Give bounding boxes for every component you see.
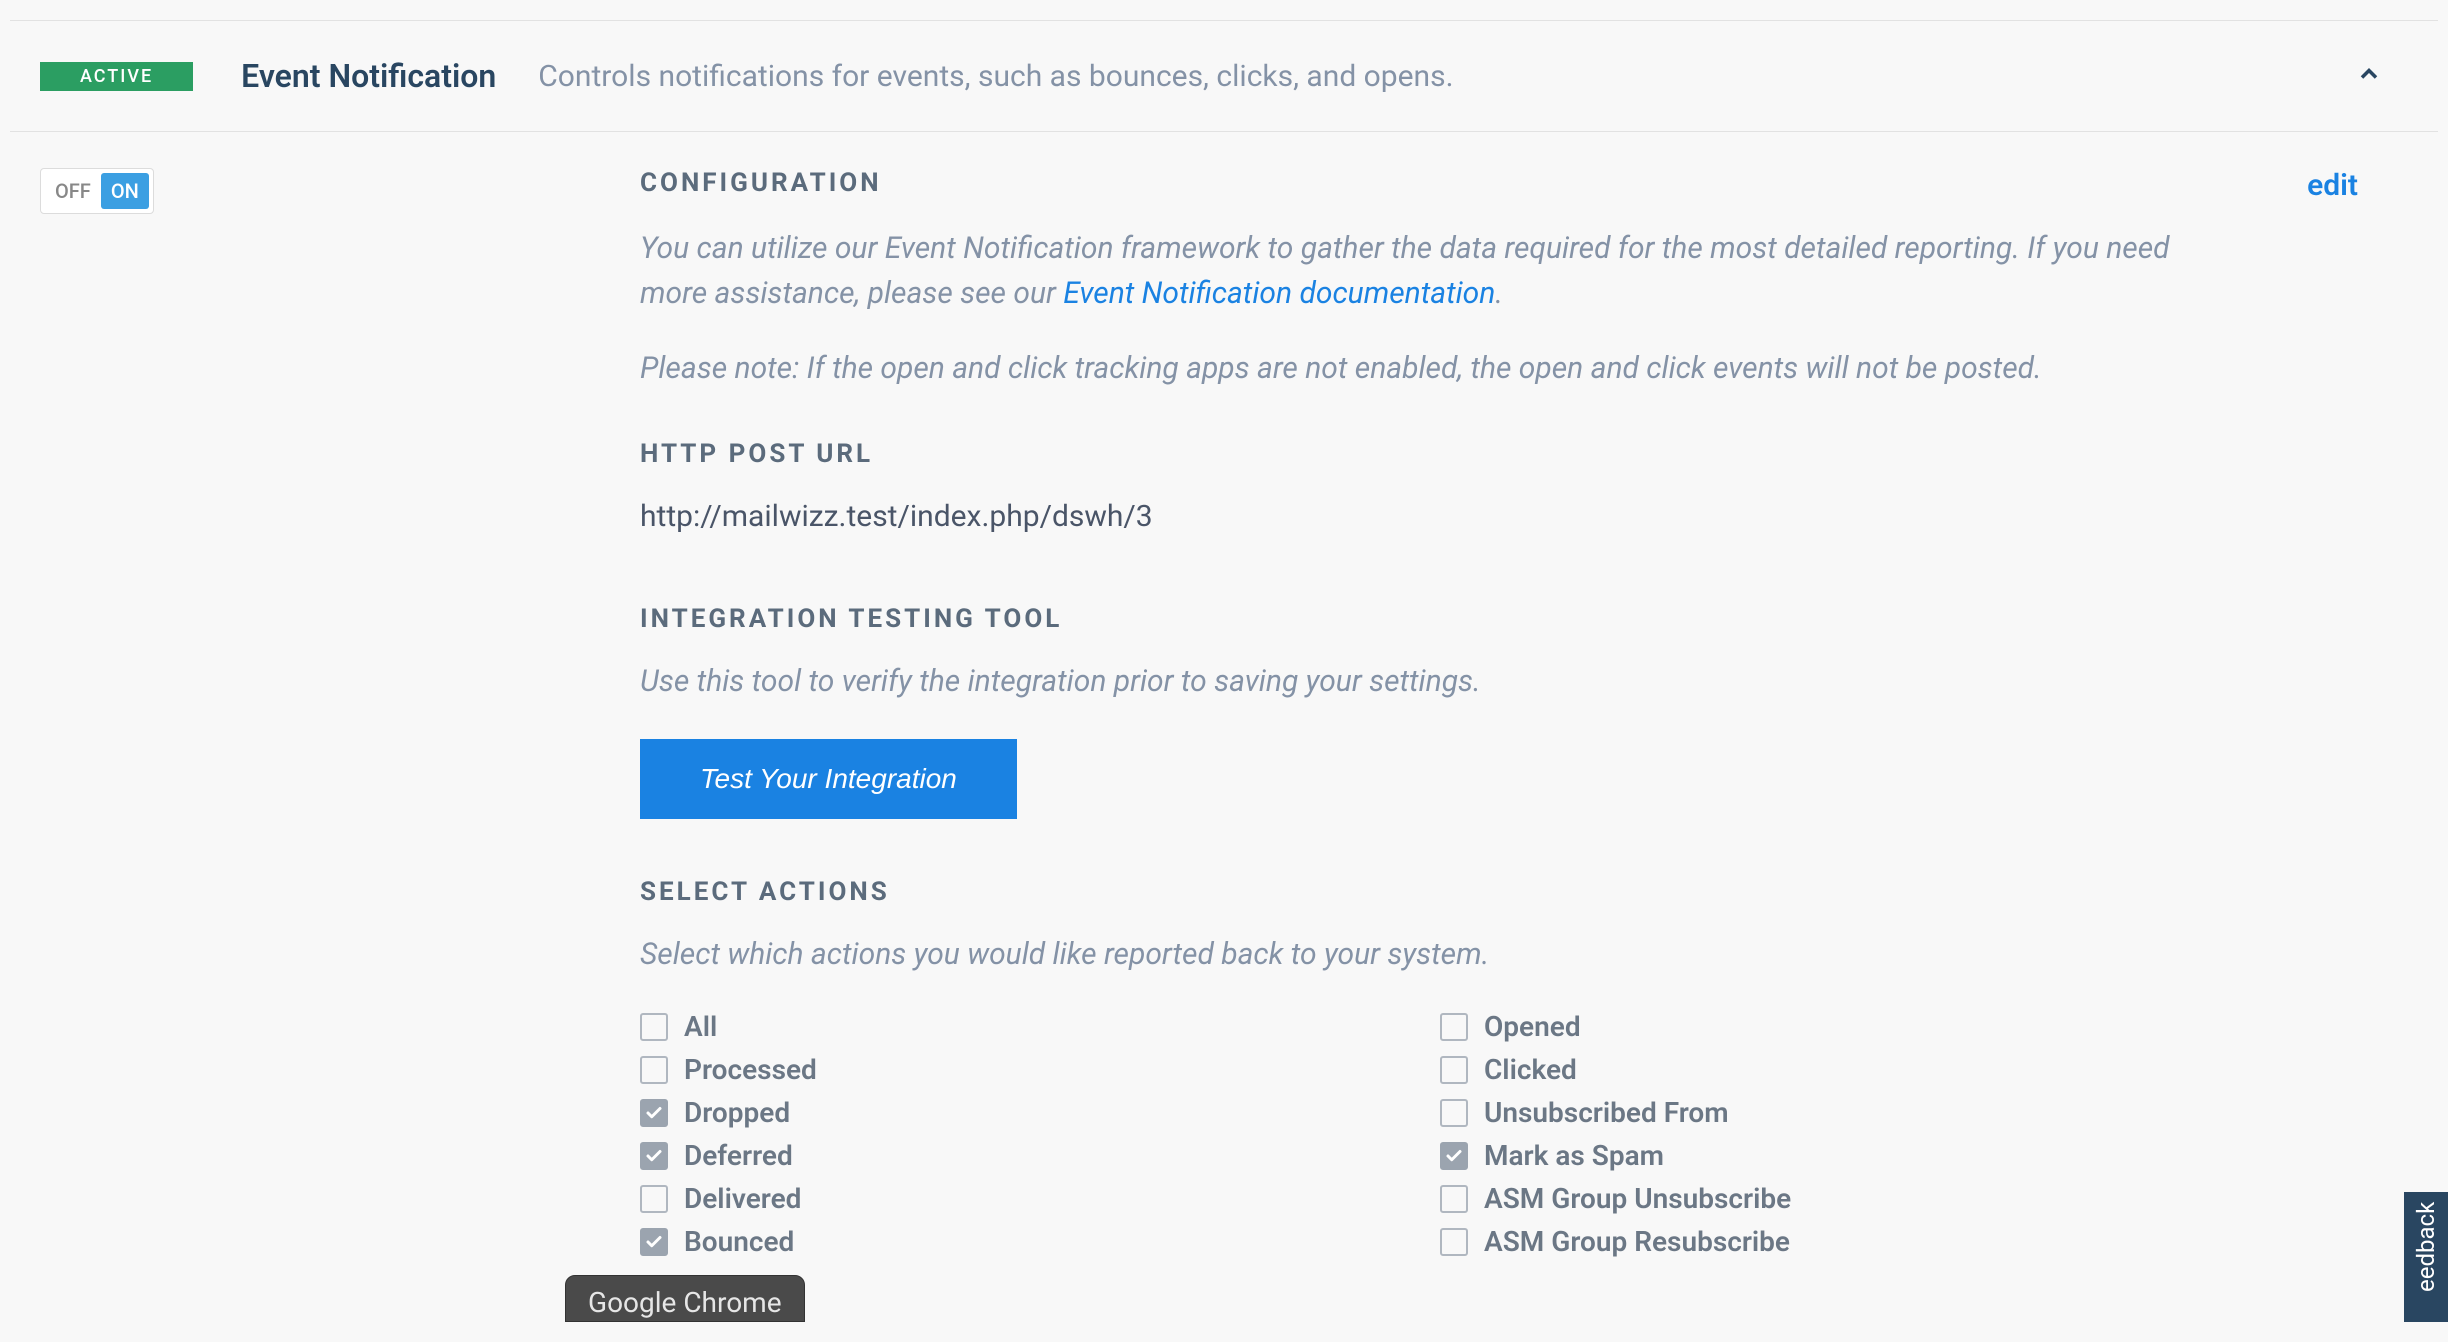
checkbox[interactable] <box>1440 1056 1468 1084</box>
configuration-description: You can utilize our Event Notification f… <box>640 226 2220 316</box>
chrome-tooltip: Google Chrome <box>565 1275 805 1322</box>
checkbox-row: Opened <box>1440 1010 2240 1043</box>
select-actions-description: Select which actions you would like repo… <box>640 937 2358 972</box>
checkbox-row: ASM Group Resubscribe <box>1440 1225 2240 1258</box>
checkbox-column-right: Opened Clicked Unsubscribed From Mark as Sp… <box>1440 1010 2240 1258</box>
checkbox-row: ASM Group Unsubscribe <box>1440 1182 2240 1215</box>
checkbox-label: ASM Group Resubscribe <box>1484 1225 1790 1258</box>
checkbox[interactable] <box>640 1099 668 1127</box>
checkbox-label: Deferred <box>684 1139 793 1172</box>
testing-tool-title: INTEGRATION TESTING TOOL <box>640 604 2358 634</box>
checkbox-row: Dropped <box>640 1096 1440 1129</box>
left-column: OFF ON <box>10 168 640 1258</box>
checkbox-label: Mark as Spam <box>1484 1139 1664 1172</box>
status-badge: ACTIVE <box>40 62 193 91</box>
checkbox-row: Deferred <box>640 1139 1440 1172</box>
checkbox-label: Processed <box>684 1053 817 1086</box>
testing-tool-description: Use this tool to verify the integration … <box>640 664 2358 699</box>
toggle-on[interactable]: ON <box>101 173 149 209</box>
configuration-note: Please note: If the open and click track… <box>640 346 2358 391</box>
event-notification-panel: ACTIVE Event Notification Controls notif… <box>10 20 2438 1258</box>
checkbox-row: Mark as Spam <box>1440 1139 2240 1172</box>
panel-description: Controls notifications for events, such … <box>538 59 1453 94</box>
chevron-up-icon[interactable] <box>2355 60 2383 92</box>
checkbox[interactable] <box>1440 1228 1468 1256</box>
checkbox[interactable] <box>1440 1013 1468 1041</box>
toggle-off[interactable]: OFF <box>45 173 101 209</box>
checkbox-column-left: All Processed Dropped Deferred Delivered Boun… <box>640 1010 1440 1258</box>
checkbox-row: Delivered <box>640 1182 1440 1215</box>
checkbox-row: Bounced <box>640 1225 1440 1258</box>
checkbox-label: Dropped <box>684 1096 790 1129</box>
panel-header: ACTIVE Event Notification Controls notif… <box>10 21 2438 132</box>
checkbox[interactable] <box>640 1228 668 1256</box>
test-integration-button[interactable]: Test Your Integration <box>640 739 1017 819</box>
checkbox-row: All <box>640 1010 1440 1043</box>
actions-checkbox-grid: All Processed Dropped Deferred Delivered Boun… <box>640 1010 2358 1258</box>
http-post-url-value: http://mailwizz.test/index.php/dswh/3 <box>640 499 2358 534</box>
config-desc-end: . <box>1495 276 1503 311</box>
checkbox-label: Clicked <box>1484 1053 1577 1086</box>
checkbox-row: Clicked <box>1440 1053 2240 1086</box>
checkbox-label: Opened <box>1484 1010 1581 1043</box>
right-column: CONFIGURATION edit You can utilize our E… <box>640 168 2438 1258</box>
checkbox-label: ASM Group Unsubscribe <box>1484 1182 1791 1215</box>
feedback-tab[interactable]: eedback <box>2404 1192 2448 1322</box>
on-off-toggle[interactable]: OFF ON <box>40 168 154 214</box>
checkbox[interactable] <box>1440 1142 1468 1170</box>
checkbox[interactable] <box>640 1142 668 1170</box>
http-post-url-title: HTTP POST URL <box>640 439 2358 469</box>
edit-link[interactable]: edit <box>2307 168 2358 203</box>
checkbox-label: Unsubscribed From <box>1484 1096 1729 1129</box>
checkbox-row: Processed <box>640 1053 1440 1086</box>
checkbox[interactable] <box>1440 1185 1468 1213</box>
configuration-title: CONFIGURATION <box>640 168 882 198</box>
select-actions-title: SELECT ACTIONS <box>640 877 2358 907</box>
checkbox-label: All <box>684 1010 717 1043</box>
checkbox[interactable] <box>640 1056 668 1084</box>
checkbox-label: Delivered <box>684 1182 801 1215</box>
checkbox[interactable] <box>1440 1099 1468 1127</box>
panel-body: OFF ON CONFIGURATION edit You can utiliz… <box>10 132 2438 1258</box>
checkbox[interactable] <box>640 1185 668 1213</box>
panel-title: Event Notification <box>241 57 496 95</box>
checkbox[interactable] <box>640 1013 668 1041</box>
documentation-link[interactable]: Event Notification documentation <box>1063 276 1495 311</box>
checkbox-label: Bounced <box>684 1225 794 1258</box>
checkbox-row: Unsubscribed From <box>1440 1096 2240 1129</box>
